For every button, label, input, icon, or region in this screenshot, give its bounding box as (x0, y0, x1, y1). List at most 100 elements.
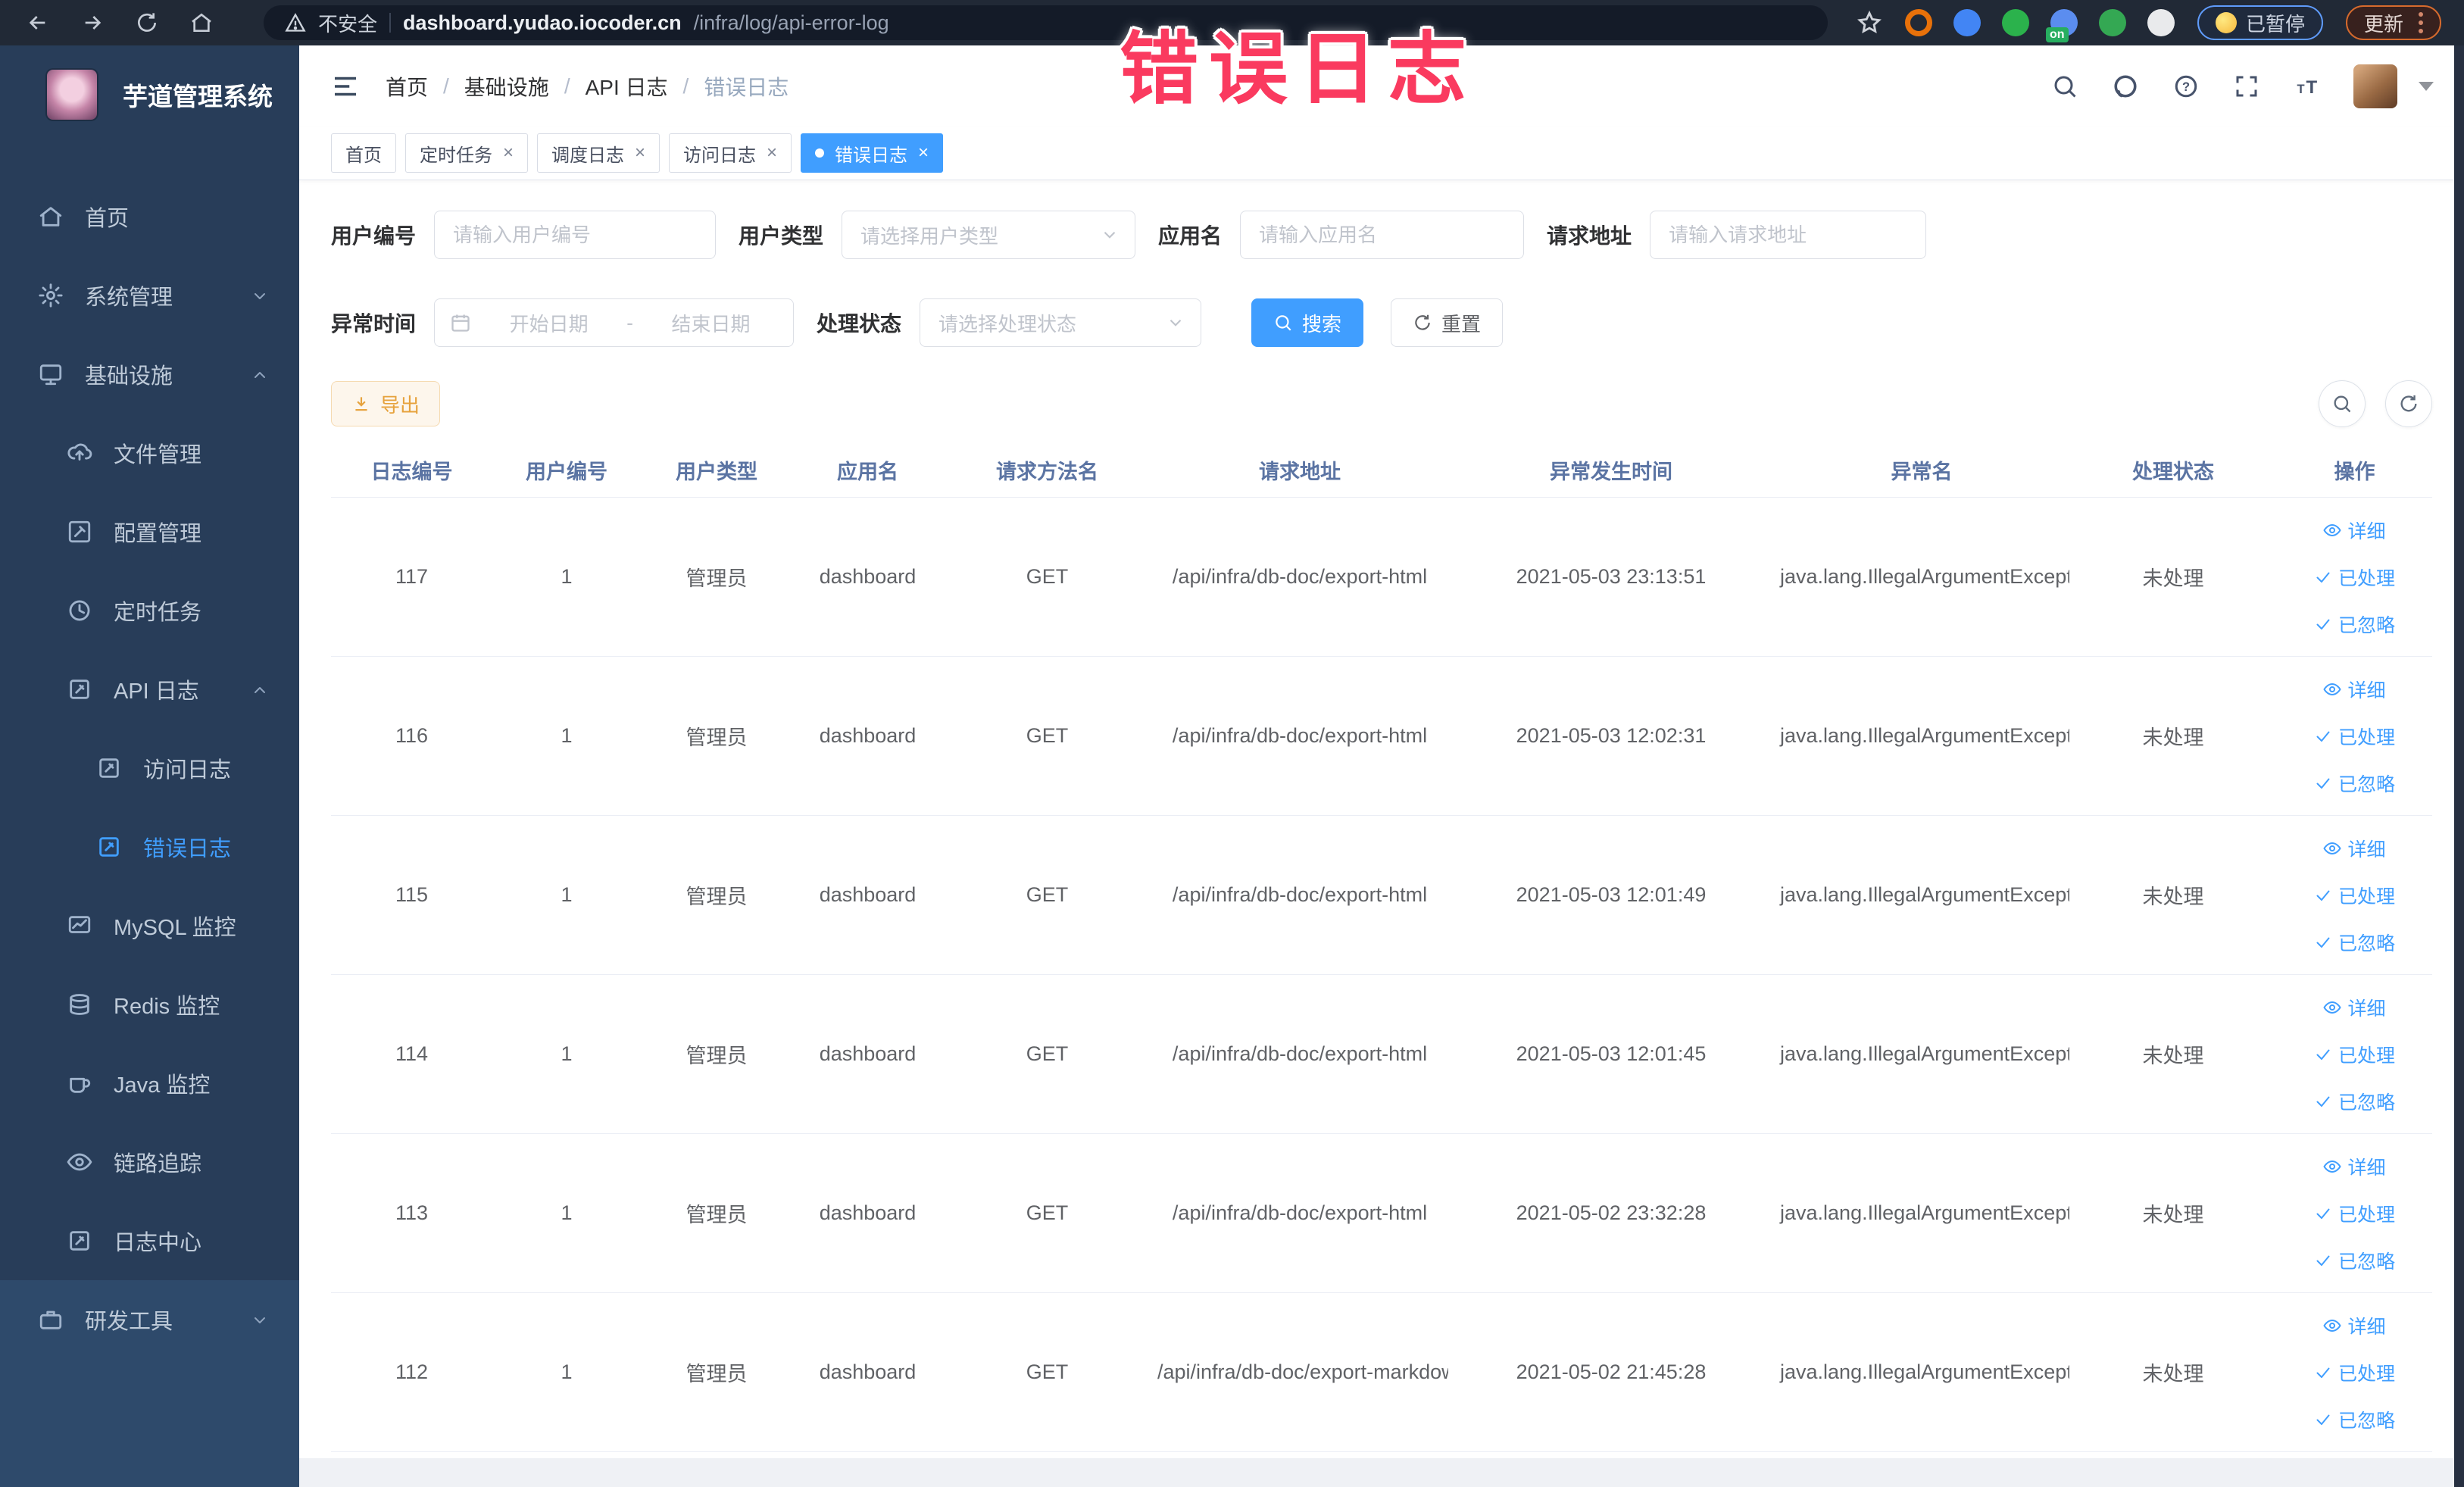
github-icon[interactable] (2111, 72, 2140, 101)
help-icon[interactable]: ? (2172, 72, 2200, 101)
search-button[interactable]: 搜索 (1251, 298, 1364, 347)
caret-down-icon[interactable] (2419, 81, 2434, 91)
sidebar-item-api-log[interactable]: API 日志 (0, 650, 299, 729)
forward-icon[interactable] (77, 8, 108, 38)
sidebar-item-error-log[interactable]: 错误日志 (0, 808, 299, 886)
action-详细[interactable]: 详细 (2323, 994, 2386, 1021)
cell-status: 未处理 (2069, 497, 2277, 657)
action-已忽略[interactable]: 已忽略 (2314, 1247, 2395, 1274)
action-已处理[interactable]: 已处理 (2314, 882, 2395, 909)
action-已忽略[interactable]: 已忽略 (2314, 1406, 2395, 1433)
action-已处理[interactable]: 已处理 (2314, 564, 2395, 591)
app-title: 芋道管理系统 (123, 83, 273, 111)
process-status-select[interactable]: 请选择处理状态 (920, 298, 1202, 347)
user-id-input[interactable] (434, 211, 717, 259)
breadcrumb-item[interactable]: 首页 (386, 71, 428, 102)
action-详细[interactable]: 详细 (2323, 1153, 2386, 1180)
extension-4-icon[interactable]: on (2045, 9, 2078, 42)
reset-button[interactable]: 重置 (1391, 298, 1504, 347)
process-status-label: 处理状态 (817, 312, 902, 336)
action-详细[interactable]: 详细 (2323, 676, 2386, 703)
chevron-up-icon (251, 365, 269, 383)
sidebar-item-config[interactable]: 配置管理 (0, 492, 299, 571)
close-icon[interactable]: × (767, 144, 777, 162)
extension-1-icon[interactable] (1904, 9, 1932, 36)
sidebar-item-redis[interactable]: Redis 监控 (0, 965, 299, 1044)
sidebar-item-dev-tools[interactable]: 研发工具 (0, 1280, 299, 1359)
sidebar-item-label: Java 监控 (114, 1073, 211, 1098)
extension-6-icon[interactable] (2147, 9, 2175, 36)
tab-label: 访问日志 (683, 145, 757, 166)
action-已忽略[interactable]: 已忽略 (2314, 1088, 2395, 1115)
action-已处理[interactable]: 已处理 (2314, 1359, 2395, 1386)
back-icon[interactable] (23, 8, 53, 38)
extension-2-icon[interactable] (1953, 9, 1981, 36)
refresh-table-button[interactable] (2385, 380, 2432, 427)
exception-time-label: 异常时间 (331, 312, 417, 336)
sidebar-item-label: 文件管理 (114, 443, 202, 467)
breadcrumb-item[interactable]: API 日志 (586, 71, 668, 102)
scrollbar-track[interactable] (2454, 45, 2464, 1487)
action-详细[interactable]: 详细 (2323, 517, 2386, 544)
action-已处理[interactable]: 已处理 (2314, 1041, 2395, 1068)
column-header: 异常发生时间 (1448, 442, 1774, 498)
action-已忽略[interactable]: 已忽略 (2314, 929, 2395, 956)
action-label: 已处理 (2338, 567, 2395, 589)
more-vert-icon[interactable] (2419, 12, 2423, 33)
sidebar-item-label: 基础设施 (85, 364, 173, 389)
sidebar-item-mysql[interactable]: MySQL 监控 (0, 886, 299, 965)
close-icon[interactable]: × (503, 144, 514, 162)
search-icon[interactable] (2050, 72, 2079, 101)
close-icon[interactable]: × (635, 144, 645, 162)
export-button[interactable]: 导出 (331, 381, 441, 426)
app-name-input[interactable] (1240, 211, 1525, 259)
close-icon[interactable]: × (918, 144, 929, 162)
paused-button[interactable]: 已暂停 (2197, 5, 2323, 40)
breadcrumb-item[interactable]: 基础设施 (464, 71, 549, 102)
action-详细[interactable]: 详细 (2323, 835, 2386, 862)
filter-user-type: 用户类型 请选择用户类型 (739, 211, 1136, 259)
request-url-input[interactable] (1650, 211, 1927, 259)
sidebar-item-infra[interactable]: 基础设施 (0, 335, 299, 414)
sidebar-item-access-log[interactable]: 访问日志 (0, 729, 299, 808)
home-icon[interactable] (186, 8, 217, 38)
toggle-search-button[interactable] (2319, 380, 2366, 427)
tab-错误日志[interactable]: 错误日志 × (801, 133, 944, 173)
extension-5-icon[interactable] (2098, 9, 2126, 36)
avatar[interactable] (2353, 64, 2397, 108)
sidebar-item-home[interactable]: 首页 (0, 177, 299, 256)
user-type-select[interactable]: 请选择用户类型 (842, 211, 1136, 259)
bookmark-star-icon[interactable] (1857, 10, 1882, 36)
hamburger-icon[interactable] (329, 70, 361, 102)
action-已处理[interactable]: 已处理 (2314, 723, 2395, 750)
sidebar-item-log-center[interactable]: 日志中心 (0, 1201, 299, 1280)
action-已处理[interactable]: 已处理 (2314, 1200, 2395, 1227)
sidebar-item-job[interactable]: 定时任务 (0, 571, 299, 650)
reload-icon[interactable] (132, 8, 162, 38)
cell-user_type: 管理员 (641, 1133, 792, 1293)
action-已忽略[interactable]: 已忽略 (2314, 611, 2395, 638)
action-已忽略[interactable]: 已忽略 (2314, 770, 2395, 797)
check-icon (2314, 1364, 2332, 1382)
cell-user_id: 1 (492, 1133, 641, 1293)
check-icon (2314, 1092, 2332, 1111)
update-button[interactable]: 更新 (2345, 5, 2441, 40)
date-range-picker[interactable]: 开始日期 - 结束日期 (434, 298, 795, 347)
tab-定时任务[interactable]: 定时任务 × (405, 133, 529, 173)
extension-3-icon[interactable] (2001, 9, 2029, 36)
sidebar-item-system[interactable]: 系统管理 (0, 256, 299, 335)
refresh-icon (2400, 395, 2417, 412)
action-详细[interactable]: 详细 (2323, 1312, 2386, 1339)
tab-首页[interactable]: 首页 (331, 133, 396, 173)
tab-访问日志[interactable]: 访问日志 × (669, 133, 792, 173)
font-size-icon[interactable]: TT (2293, 72, 2322, 101)
fullscreen-icon[interactable] (2232, 72, 2261, 101)
app-logo[interactable]: 芋道管理系统 (0, 45, 299, 144)
tab-调度日志[interactable]: 调度日志 × (537, 133, 661, 173)
sidebar-item-file[interactable]: 文件管理 (0, 414, 299, 492)
sidebar-item-java[interactable]: Java 监控 (0, 1044, 299, 1123)
address-bar[interactable]: 不安全 dashboard.yudao.iocoder.cn/infra/log… (264, 5, 1828, 40)
cup-icon (67, 1070, 92, 1096)
sidebar-item-trace[interactable]: 链路追踪 (0, 1123, 299, 1201)
action-label: 详细 (2347, 679, 2386, 701)
